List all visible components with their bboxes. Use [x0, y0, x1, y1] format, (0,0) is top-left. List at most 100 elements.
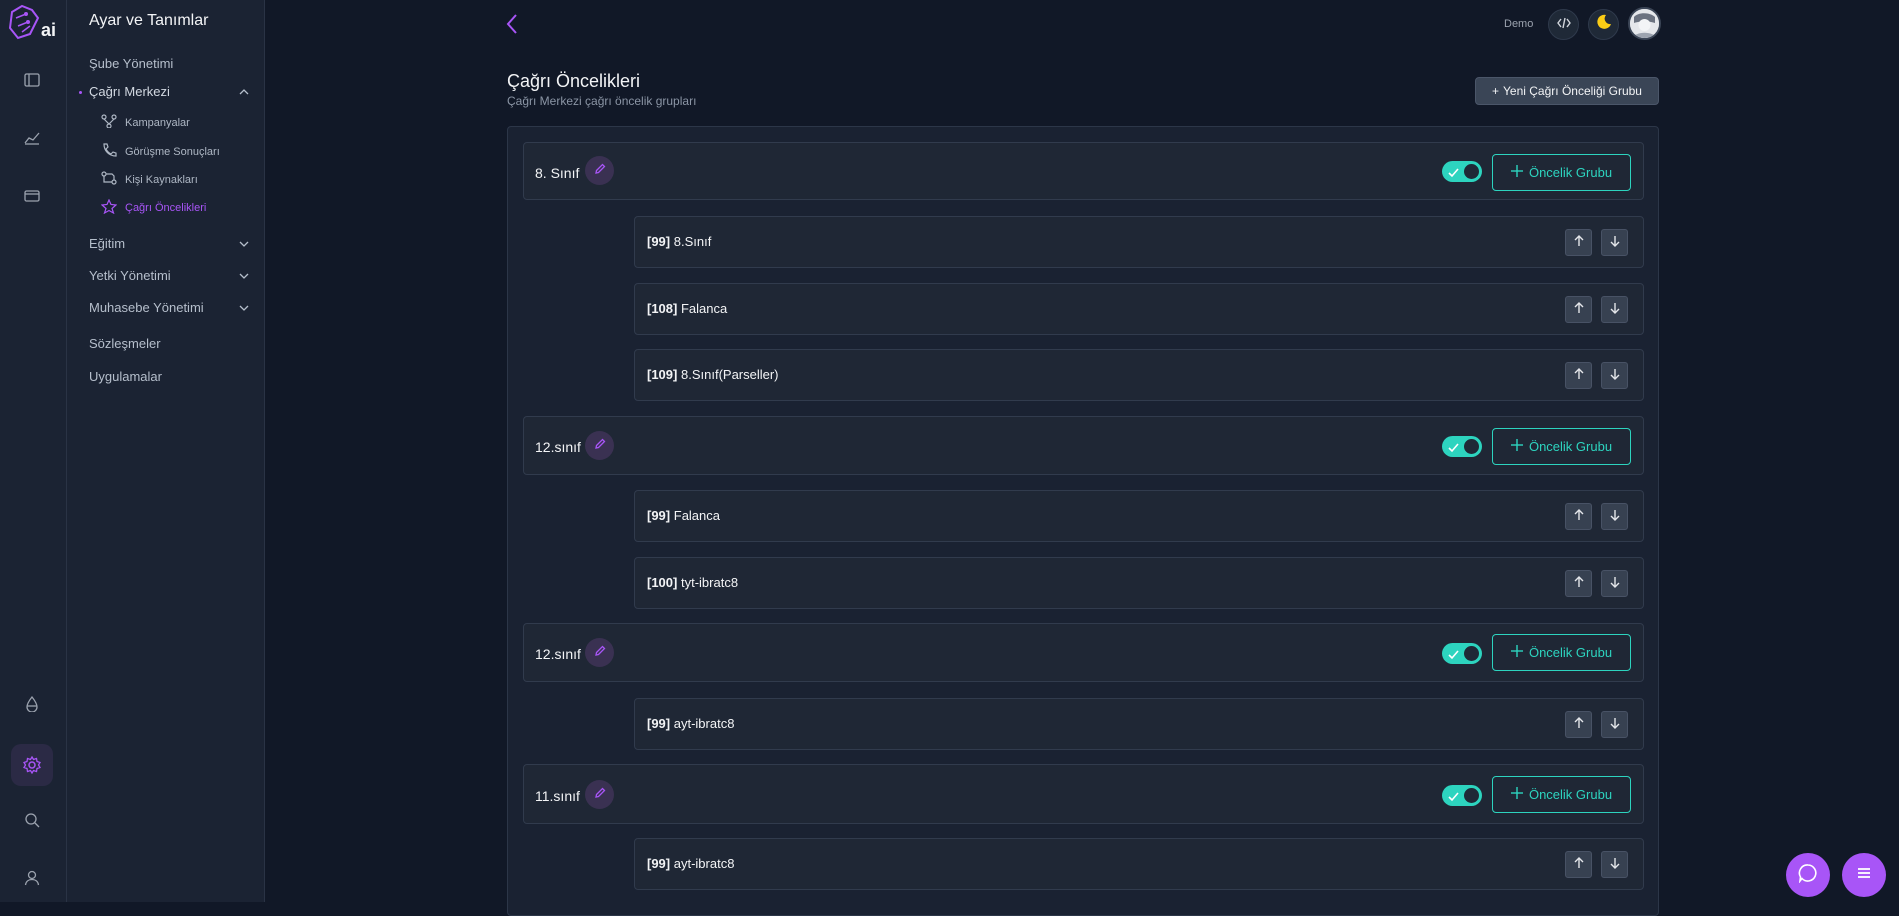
move-down-button[interactable] [1601, 851, 1628, 878]
sidebar-item-uygulamalar[interactable]: Uygulamalar [89, 369, 249, 384]
priority-row: [100] tyt-ibratc8 [634, 557, 1644, 609]
priority-row: [99] ayt-ibratc8 [634, 698, 1644, 750]
priority-row-text: [109] 8.Sınıf(Parseller) [647, 367, 779, 382]
sidebar-item-egitim[interactable]: Eğitim [89, 236, 249, 251]
edit-group-button[interactable] [585, 638, 614, 667]
sidebar-subitem-gorusme[interactable]: Görüşme Sonuçları [101, 143, 220, 160]
sidebar-title: Ayar ve Tanımlar [89, 12, 209, 29]
arrow-up-icon [1574, 716, 1584, 734]
move-up-button[interactable] [1565, 296, 1592, 323]
priority-name: 8.Sınıf [673, 234, 712, 249]
priority-id: [99] [647, 508, 671, 523]
menu-button[interactable] [1842, 853, 1886, 897]
group-name: 11.sınıf [535, 788, 580, 804]
move-down-button[interactable] [1601, 570, 1628, 597]
priority-id: [108] [647, 301, 678, 316]
edit-group-button[interactable] [585, 431, 614, 460]
sidebar-subitem-label: Görüşme Sonuçları [125, 145, 220, 158]
code-button[interactable] [1548, 9, 1579, 40]
theme-toggle-button[interactable] [1588, 9, 1619, 40]
chat-button[interactable] [1786, 853, 1830, 897]
pencil-icon [594, 644, 606, 662]
sidebar-subitem-label: Kişi Kaynakları [125, 173, 198, 186]
toggle-knob [1464, 788, 1479, 803]
group-active-toggle[interactable] [1442, 161, 1482, 182]
priority-row: [99] ayt-ibratc8 [634, 838, 1644, 890]
check-icon [1448, 440, 1459, 458]
branch-icon [101, 114, 117, 131]
priority-row-text: [99] ayt-ibratc8 [647, 716, 734, 731]
sidebar-subitem-kisi[interactable]: Kişi Kaynakları [101, 171, 198, 188]
move-up-button[interactable] [1565, 711, 1592, 738]
menu-icon [1856, 866, 1872, 885]
sidebar-item-yetki[interactable]: Yetki Yönetimi [89, 268, 249, 283]
pencil-icon [594, 162, 606, 180]
arrow-down-icon [1610, 301, 1620, 319]
add-priority-group-button[interactable]: Öncelik Grubu [1492, 776, 1631, 813]
sidebar-item-label: Muhasebe Yönetimi [89, 300, 204, 315]
group-active-toggle[interactable] [1442, 643, 1482, 664]
toggle-knob [1464, 164, 1479, 179]
search-icon[interactable] [14, 802, 50, 838]
move-down-button[interactable] [1601, 229, 1628, 256]
arrow-down-icon [1610, 856, 1620, 874]
arrow-down-icon [1610, 575, 1620, 593]
demo-label: Demo [1504, 18, 1534, 30]
back-button[interactable] [505, 13, 519, 40]
settings-icon[interactable] [11, 744, 53, 786]
priority-row: [109] 8.Sınıf(Parseller) [634, 349, 1644, 401]
app-logo[interactable]: ai [8, 4, 56, 42]
avatar[interactable] [1628, 7, 1661, 40]
priority-name: Falanca [673, 508, 720, 523]
arrow-down-icon [1610, 716, 1620, 734]
move-down-button[interactable] [1601, 362, 1628, 389]
pencil-icon [594, 786, 606, 804]
drop-icon[interactable] [14, 686, 50, 722]
user-icon[interactable] [14, 860, 50, 896]
sidebar-item-cagri-merkezi[interactable]: Çağrı Merkezi [89, 84, 249, 99]
arrow-up-icon [1574, 301, 1584, 319]
move-down-button[interactable] [1601, 503, 1628, 530]
check-icon [1448, 647, 1459, 665]
sidebar-item-label: Şube Yönetimi [89, 56, 174, 71]
phone-icon [101, 143, 117, 160]
sidebar-subitem-label: Çağrı Öncelikleri [125, 202, 207, 214]
add-priority-group-label: Öncelik Grubu [1528, 439, 1613, 454]
add-priority-group-button[interactable]: Öncelik Grubu [1492, 428, 1631, 465]
flow-icon [101, 171, 117, 188]
move-down-button[interactable] [1601, 296, 1628, 323]
move-up-button[interactable] [1565, 503, 1592, 530]
sidebar-item-sozlesmeler[interactable]: Sözleşmeler [89, 336, 249, 351]
priority-row: [99] 8.Sınıf [634, 216, 1644, 268]
chart-icon[interactable] [14, 120, 50, 156]
priority-row-text: [99] 8.Sınıf [647, 234, 711, 249]
moon-icon [1596, 14, 1612, 35]
group-active-toggle[interactable] [1442, 785, 1482, 806]
priority-id: [99] [647, 234, 671, 249]
add-priority-group-button[interactable]: Öncelik Grubu [1492, 154, 1631, 191]
new-priority-group-button[interactable]: + Yeni Çağrı Önceliği Grubu [1475, 77, 1659, 105]
add-priority-group-label: Öncelik Grubu [1528, 645, 1613, 660]
priority-group: 11.sınıf Öncelik Grubu [523, 764, 1644, 824]
priority-name: Falanca [680, 301, 728, 316]
sidebar-item-sube[interactable]: Şube Yönetimi [89, 56, 249, 71]
arrow-up-icon [1574, 856, 1584, 874]
edit-group-button[interactable] [585, 156, 614, 185]
group-active-toggle[interactable] [1442, 436, 1482, 457]
sidebar-subitem-kampanyalar[interactable]: Kampanyalar [101, 114, 190, 131]
move-up-button[interactable] [1565, 362, 1592, 389]
card-icon[interactable] [14, 178, 50, 214]
sidebar-subitem-label: Kampanyalar [125, 116, 190, 129]
add-priority-group-button[interactable]: Öncelik Grubu [1492, 634, 1631, 671]
sidebar-subitem-cagri-oncelikleri[interactable]: Çağrı Öncelikleri [100, 198, 207, 217]
move-up-button[interactable] [1565, 851, 1592, 878]
toggle-knob [1464, 646, 1479, 661]
move-down-button[interactable] [1601, 711, 1628, 738]
sidebar-toggle-icon[interactable] [14, 62, 50, 98]
sidebar-item-muhasebe[interactable]: Muhasebe Yönetimi [89, 300, 249, 315]
priority-row-text: [100] tyt-ibratc8 [647, 575, 738, 590]
priority-row: [99] Falanca [634, 490, 1644, 542]
move-up-button[interactable] [1565, 570, 1592, 597]
move-up-button[interactable] [1565, 229, 1592, 256]
edit-group-button[interactable] [585, 780, 614, 809]
